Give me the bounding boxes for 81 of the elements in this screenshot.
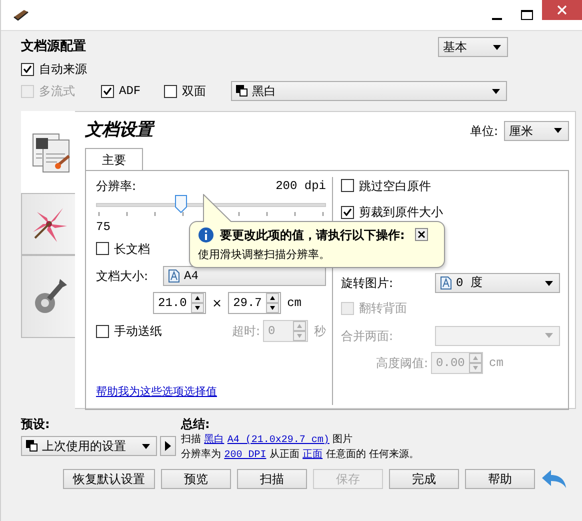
checkbox[interactable] <box>341 206 354 218</box>
info-icon <box>198 226 214 242</box>
dialog-button[interactable]: 恢复默认设置 <box>63 469 155 489</box>
summary-link[interactable]: 黑白 <box>204 435 224 446</box>
unit-label: cm <box>489 354 504 372</box>
tooltip-title: 要更改此项的值，请执行以下操作: <box>220 226 405 244</box>
summary-link[interactable]: 正面 <box>302 450 323 461</box>
unit-label: 秒 <box>314 323 326 340</box>
field-label: 文档大小: <box>96 268 148 285</box>
maximize-icon <box>521 10 533 20</box>
unit-label: cm <box>287 295 302 312</box>
checkbox[interactable] <box>96 324 109 338</box>
slider-thumb[interactable] <box>175 194 188 212</box>
field-label: 旋转图片: <box>341 275 394 292</box>
times-sign: × <box>212 295 222 312</box>
page-icon <box>440 276 452 290</box>
section-heading: 总结: <box>181 416 211 433</box>
close-icon <box>557 5 567 15</box>
dropdown[interactable]: A4 <box>163 266 326 286</box>
checkbox[interactable] <box>21 62 34 76</box>
color-mode-icon <box>236 85 248 97</box>
dropdown[interactable]: 厘米 <box>504 120 569 141</box>
section-heading: 文档源配置 <box>21 38 86 56</box>
arrow-button[interactable] <box>160 436 176 456</box>
caret-icon <box>545 280 553 286</box>
panel-title: 文档设置 <box>85 119 153 142</box>
checkbox[interactable] <box>341 179 354 192</box>
caret-icon <box>554 128 562 134</box>
spin-field[interactable]: 29.7 <box>228 292 282 314</box>
checkbox-label: 翻转背面 <box>359 300 407 317</box>
spinner-arrows-icon <box>266 293 280 313</box>
caret-icon <box>493 44 501 50</box>
checkbox-label: 剪裁到原件大小 <box>359 204 443 221</box>
slider-min-label: 75 <box>96 220 110 234</box>
spinner-arrows-icon <box>191 293 204 313</box>
checkbox-label: ADF <box>119 83 141 100</box>
checkbox-label: 跳过空白原件 <box>359 178 431 194</box>
checkbox[interactable] <box>96 242 109 255</box>
resolution-reading: 200 dpi <box>276 178 326 194</box>
color-mode-icon <box>26 440 38 452</box>
dropdown[interactable]: 0 度 <box>435 273 560 293</box>
field-label: 单位: <box>470 122 498 140</box>
tab[interactable]: 主要 <box>85 148 143 170</box>
caret-icon <box>492 88 500 94</box>
caret-icon <box>545 333 553 338</box>
summary-link[interactable]: A4 (21.0x29.7 cm) <box>227 435 330 446</box>
section-heading: 预设: <box>21 416 51 433</box>
dialog-button[interactable]: 帮助 <box>465 469 535 489</box>
checkbox[interactable] <box>101 84 114 98</box>
field-label: 高度阈值: <box>376 354 428 372</box>
field-label: 超时: <box>232 323 260 340</box>
checkbox-label: 双面 <box>182 83 206 100</box>
minimize-icon <box>492 18 502 20</box>
dialog-button[interactable]: 预览 <box>161 469 231 489</box>
spin-field[interactable]: 21.0 <box>153 292 206 314</box>
checkbox-label: 手动送纸 <box>114 323 162 340</box>
side-tab[interactable] <box>21 255 75 338</box>
checkbox-label: 多流式 <box>39 83 75 100</box>
spinner-arrows-icon <box>293 321 306 341</box>
spinner-arrows-icon <box>468 352 482 372</box>
caret-icon <box>142 444 150 448</box>
close-icon[interactable] <box>414 228 428 241</box>
checkbox[interactable] <box>164 84 177 98</box>
play-arrow-icon <box>165 441 171 451</box>
dropdown[interactable]: 黑白 <box>231 81 507 101</box>
dialog-button[interactable]: 扫描 <box>237 469 307 489</box>
scanner-icon <box>13 9 29 21</box>
dialog-button[interactable]: 完成 <box>389 469 459 489</box>
checkbox-label: 长文档 <box>114 240 150 258</box>
dropdown[interactable]: 基本 <box>438 37 508 57</box>
summary-link[interactable]: 200 DPI <box>224 450 266 461</box>
back-arrow-icon[interactable] <box>541 469 567 489</box>
page-icon <box>168 269 180 283</box>
tooltip-text: 使用滑块调整扫描分辨率。 <box>198 246 331 262</box>
checkbox-label: 自动来源 <box>39 61 87 78</box>
help-link[interactable]: 帮助我为这些选项选择值 <box>96 384 217 400</box>
summary-text: 扫描 黑白 A4 (21.0x29.7 cm) 图片 分辨率为 200 DPI 从正面 正面 任意面的 任何来源。 <box>181 433 419 463</box>
field-label: 分辨率: <box>96 178 136 194</box>
close-button[interactable] <box>542 0 582 20</box>
field-label: 合并两面: <box>341 328 394 344</box>
dropdown[interactable]: 上次使用的设置 <box>21 436 157 456</box>
